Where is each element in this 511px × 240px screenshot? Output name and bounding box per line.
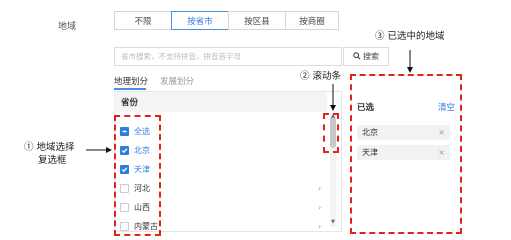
checkbox-note-line2: 复选框 [38,155,67,166]
selected-note: ③ 已选中的地域 [375,31,445,42]
scroll-note: ② 滚动条 [300,71,342,82]
checkbox-note-line1: ① 地域选择 [24,142,75,153]
